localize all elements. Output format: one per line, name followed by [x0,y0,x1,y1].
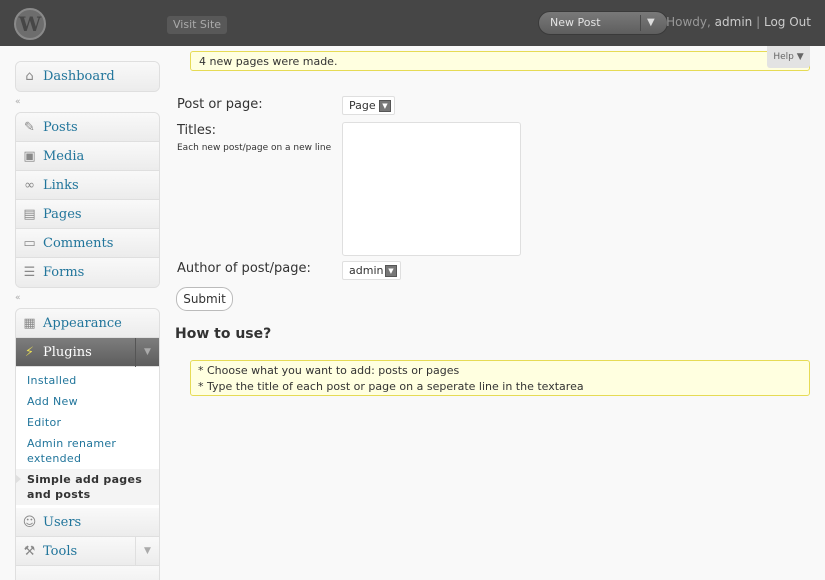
sidebar-item-label: Forms [43,265,85,280]
post-or-page-select[interactable]: Page ▼ [342,96,395,115]
menu-separator[interactable]: « [15,292,160,304]
media-icon: ▣ [23,149,36,164]
plugins-submenu: Installed Add New Editor Admin renamer e… [16,367,159,508]
menu-group-content: ✎ Posts ▣ Media ∞ Links ▤ Pages ▭ Commen… [15,112,160,288]
submenu-item-editor[interactable]: Editor [16,412,159,433]
sidebar-item-plugins[interactable]: ⚡ Plugins ▼ [16,338,159,367]
how-to-use-box: * Choose what you want to add: posts or … [190,360,810,396]
user-greeting: Howdy, admin | Log Out [666,15,811,29]
chevron-down-icon[interactable]: ▼ [135,338,159,367]
help-tab[interactable]: Help ▼ [767,46,810,68]
logout-link[interactable]: Log Out [764,15,811,29]
titles-label: Titles: [177,123,217,138]
sidebar-item-label: Media [43,149,85,164]
new-post-dropdown[interactable]: New Post ▼ [538,11,668,35]
sidebar-item-appearance[interactable]: ▦ Appearance [16,309,159,338]
author-select[interactable]: admin ▼ [342,261,401,280]
howto-line: * Choose what you want to add: posts or … [198,364,460,377]
admin-sidebar: ⌂ Dashboard « ✎ Posts ▣ Media ∞ Links ▤ … [0,46,175,580]
sidebar-item-label: Pages [43,207,82,222]
howdy-text: Howdy, [666,15,711,29]
author-label: Author of post/page: [177,261,311,276]
sidebar-item-label: Dashboard [43,69,115,84]
how-to-use-heading: How to use? [175,326,272,342]
submenu-item-add-new[interactable]: Add New [16,391,159,412]
sidebar-item-tools[interactable]: ⚒ Tools ▼ [16,537,159,566]
chevron-down-icon[interactable]: ▼ [385,265,397,277]
submit-button[interactable]: Submit [176,287,233,311]
menu-separator[interactable]: « [15,96,160,108]
submenu-item-simple-add-pages[interactable]: Simple add pages and posts [16,469,159,505]
sidebar-item-users[interactable]: ☺ Users [16,508,159,537]
sidebar-item-label: Plugins [43,345,92,360]
chevron-down-icon[interactable]: ▼ [647,12,655,34]
select-value: admin [349,264,384,277]
users-icon: ☺ [22,515,37,530]
plug-icon: ⚡ [24,345,35,360]
submenu-item-installed[interactable]: Installed [16,370,159,391]
sidebar-item-label: Posts [43,120,78,135]
admin-header: W Visit Site New Post ▼ Howdy, admin | L… [0,0,825,46]
sidebar-item-forms[interactable]: ☰ Forms [16,258,159,287]
pages-icon: ▤ [23,207,36,222]
menu-group-settings: ▦ Appearance ⚡ Plugins ▼ Installed Add N… [15,308,160,580]
appearance-icon: ▦ [23,316,36,331]
sidebar-item-dashboard[interactable]: ⌂ Dashboard [16,62,159,91]
sidebar-item-label: Users [43,515,82,530]
forms-icon: ☰ [23,265,36,280]
titles-textarea[interactable] [342,122,521,256]
sidebar-item-pages[interactable]: ▤ Pages [16,200,159,229]
sidebar-item-label: Comments [43,236,114,251]
chevron-down-icon[interactable]: ▼ [135,537,159,566]
link-icon: ∞ [24,178,35,193]
comment-icon: ▭ [23,236,36,251]
header-separator: | [756,15,761,29]
titles-note: Each new post/page on a new line [177,143,332,153]
sidebar-item-label: Appearance [43,316,122,331]
post-or-page-label: Post or page: [177,97,263,112]
submenu-item-admin-renamer[interactable]: Admin renamer extended [16,433,159,469]
sidebar-item-posts[interactable]: ✎ Posts [16,113,159,142]
sidebar-item-label: Links [43,178,79,193]
sidebar-item-links[interactable]: ∞ Links [16,171,159,200]
chevron-down-icon[interactable]: ▼ [379,100,391,112]
tools-icon: ⚒ [23,544,36,559]
new-post-label[interactable]: New Post [550,12,601,34]
home-icon: ⌂ [25,69,34,84]
sidebar-item-media[interactable]: ▣ Media [16,142,159,171]
wordpress-logo-icon[interactable]: W [14,8,46,40]
sidebar-item-next[interactable] [16,566,159,580]
select-value: Page [349,99,376,112]
update-notice: 4 new pages were made. [190,51,810,71]
pushpin-icon: ✎ [24,120,35,135]
sidebar-item-comments[interactable]: ▭ Comments [16,229,159,258]
howto-line: * Type the title of each post or page on… [198,380,584,393]
menu-group-dashboard: ⌂ Dashboard [15,61,160,92]
visit-site-button[interactable]: Visit Site [167,16,228,34]
new-post-divider [640,15,641,31]
sidebar-item-label: Tools [43,544,78,559]
username-link[interactable]: admin [715,15,753,29]
